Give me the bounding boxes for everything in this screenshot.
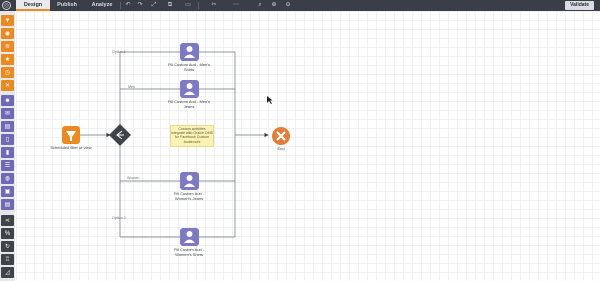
path-label-option-2: Option 2 [112, 216, 126, 220]
path-label-women: Women [127, 176, 140, 180]
activity-label-womens-shirts: Fill Custom Aud - Women's Shirts [173, 247, 205, 257]
path-label-men: Men [128, 85, 135, 89]
activity-node-mens-jeans[interactable] [180, 80, 199, 98]
end-node-label: End [277, 146, 285, 151]
end-node[interactable] [272, 127, 290, 145]
activity-label-mens-jeans: Fill Custom Aud - Men's Jeans [167, 99, 211, 109]
mouse-cursor-icon [267, 96, 273, 104]
flow-connectors [62, 43, 290, 246]
sticky-note[interactable]: Custom activities integrate with Oracle … [170, 125, 214, 147]
path-label-option-1: Option 1 [112, 50, 126, 54]
activity-label-womens-jeans: Fill Custom Aud - Women's Jeans [173, 191, 205, 201]
activity-node-mens-shirts[interactable] [180, 43, 199, 61]
start-node[interactable] [62, 126, 80, 144]
start-node-label: Scheduled filter or view [50, 145, 92, 150]
split-node[interactable] [109, 124, 131, 146]
activity-node-womens-shirts[interactable] [180, 228, 199, 246]
activity-node-womens-jeans[interactable] [180, 172, 199, 190]
activity-label-mens-shirts: Fill Custom Aud - Men's Shirts [167, 62, 211, 72]
